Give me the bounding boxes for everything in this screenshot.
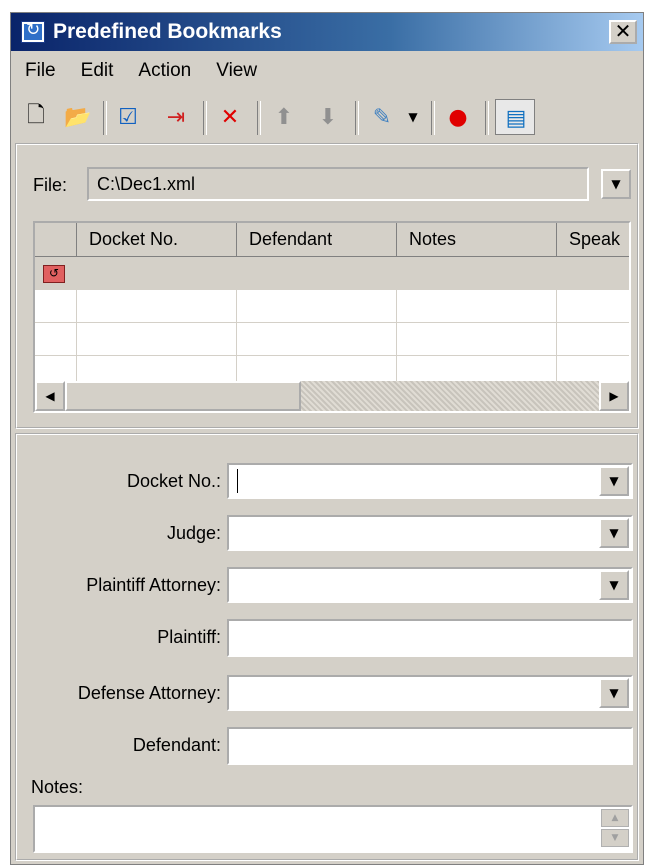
window-title: Predefined Bookmarks	[53, 20, 282, 43]
grid-header-notes[interactable]: Notes	[397, 223, 557, 257]
chevron-down-icon: ▼	[609, 474, 619, 488]
judge-dropdown-button[interactable]: ▼	[599, 518, 629, 548]
plaintiff-attorney-field[interactable]: ▼	[227, 567, 633, 603]
judge-label: Judge:	[166, 523, 221, 543]
arrow-down-icon: ▼	[611, 833, 619, 843]
delete-icon: ✕	[220, 104, 240, 130]
chevron-down-icon: ▼	[609, 578, 619, 592]
table-row[interactable]	[35, 290, 629, 323]
move-down-button[interactable]: ⬇	[311, 99, 345, 135]
notes-label: Notes:	[31, 777, 84, 797]
arrow-left-icon: ◀	[45, 389, 55, 403]
toolbar: 🗋 📂 ☑ ⇥ ✕ ⬆ ⬇ ✎ ▼ ● ▤	[15, 97, 639, 141]
grid-header-row-selector	[35, 223, 77, 257]
table-row[interactable]	[35, 323, 629, 356]
arrow-right-icon: ▶	[609, 389, 619, 403]
grid-cell[interactable]	[397, 290, 557, 323]
docket-no-field[interactable]: ▼	[227, 463, 633, 499]
judge-field[interactable]: ▼	[227, 515, 633, 551]
grid-cell[interactable]	[237, 323, 397, 356]
toolbar-separator	[431, 101, 435, 135]
check-document-icon: ☑	[118, 104, 138, 130]
grid-cell[interactable]	[397, 323, 557, 356]
table-row[interactable]: ↺	[35, 257, 629, 290]
title-bar: Predefined Bookmarks ✕	[11, 13, 643, 51]
scroll-left-button[interactable]: ◀	[35, 381, 65, 411]
toolbar-separator	[103, 101, 107, 135]
scroll-right-button[interactable]: ▶	[599, 381, 629, 411]
grid-header-defendant[interactable]: Defendant	[237, 223, 397, 257]
toolbar-separator	[485, 101, 489, 135]
grid-cell[interactable]	[77, 290, 237, 323]
file-path-field[interactable]: C:\Dec1.xml	[87, 167, 589, 201]
grid-cell[interactable]	[35, 323, 77, 356]
grid-cell[interactable]	[237, 290, 397, 323]
defense-attorney-label: Defense Attorney:	[77, 683, 221, 703]
spin-up-button[interactable]: ▲	[601, 809, 629, 827]
menu-bar: File Edit Action View	[15, 57, 267, 85]
move-down-icon: ⬇	[318, 104, 338, 130]
plaintiff-label: Plaintiff:	[157, 627, 221, 647]
menu-view[interactable]: View	[206, 57, 267, 85]
predefined-bookmarks-window: Predefined Bookmarks ✕ File Edit Action …	[10, 12, 644, 865]
spin-down-button[interactable]: ▼	[601, 829, 629, 847]
bookmark-details-panel: Docket No.: ▼ Judge: ▼ Plaintiff Attorne…	[15, 433, 639, 861]
move-up-icon: ⬆	[274, 104, 294, 130]
new-icon: 🗋	[27, 103, 45, 128]
toolbar-separator	[257, 101, 261, 135]
plaintiff-attorney-dropdown-button[interactable]: ▼	[599, 570, 629, 600]
plaintiff-field[interactable]	[227, 619, 633, 657]
defendant-field[interactable]	[227, 727, 633, 765]
text-caret	[237, 469, 238, 493]
defense-attorney-dropdown-button[interactable]: ▼	[599, 678, 629, 708]
notes-field[interactable]: ▲ ▼	[33, 805, 633, 853]
close-button[interactable]: ✕	[609, 20, 637, 44]
dropdown-arrow-icon: ▼	[408, 110, 418, 124]
file-panel: File: C:\Dec1.xml ▼ Docket No. Defendant…	[15, 143, 639, 429]
defendant-label: Defendant:	[132, 735, 221, 755]
bookmark-record-icon: ●	[448, 104, 468, 130]
file-label: File:	[33, 175, 68, 195]
scroll-thumb[interactable]	[65, 381, 301, 411]
grid-cell[interactable]	[77, 323, 237, 356]
open-folder-icon: 📂	[64, 104, 92, 130]
row-selector[interactable]: ↺	[35, 257, 77, 290]
bookmark-record-button[interactable]: ●	[441, 99, 475, 135]
bookmarks-grid[interactable]: Docket No. Defendant Notes Speak ↺ ◀ ▶	[33, 221, 631, 413]
plaintiff-attorney-label: Plaintiff Attorney:	[86, 575, 221, 595]
highlight-button[interactable]: ✎	[365, 99, 399, 135]
new-button[interactable]: 🗋	[19, 99, 53, 135]
chevron-down-icon: ▼	[609, 686, 619, 700]
horizontal-scrollbar[interactable]: ◀ ▶	[35, 381, 629, 411]
grid-header-docket-no[interactable]: Docket No.	[77, 223, 237, 257]
export-button[interactable]: ⇥	[159, 99, 193, 135]
chevron-down-icon: ▼	[611, 177, 621, 191]
chevron-down-icon: ▼	[609, 526, 619, 540]
menu-action[interactable]: Action	[128, 57, 201, 85]
highlight-icon: ✎	[372, 104, 392, 130]
check-button[interactable]: ☑	[111, 99, 145, 135]
open-button[interactable]: 📂	[61, 99, 95, 135]
grid-cell[interactable]	[35, 290, 77, 323]
export-document-icon: ⇥	[166, 104, 186, 130]
panel-toggle-button[interactable]: ▤	[495, 99, 535, 135]
menu-edit[interactable]: Edit	[71, 57, 124, 85]
grid-header-speaker[interactable]: Speak	[557, 223, 629, 257]
move-up-button[interactable]: ⬆	[267, 99, 301, 135]
new-row-icon: ↺	[43, 265, 65, 283]
highlight-dropdown[interactable]: ▼	[403, 99, 423, 135]
app-icon	[21, 20, 45, 43]
docket-no-dropdown-button[interactable]: ▼	[599, 466, 629, 496]
file-dropdown-button[interactable]: ▼	[601, 169, 631, 199]
arrow-up-icon: ▲	[611, 813, 619, 823]
toolbar-separator	[355, 101, 359, 135]
menu-file[interactable]: File	[15, 57, 66, 85]
panel-toggle-icon: ▤	[505, 105, 527, 131]
toolbar-separator	[203, 101, 207, 135]
defense-attorney-field[interactable]: ▼	[227, 675, 633, 711]
delete-button[interactable]: ✕	[213, 99, 247, 135]
docket-no-label: Docket No.:	[126, 471, 221, 491]
